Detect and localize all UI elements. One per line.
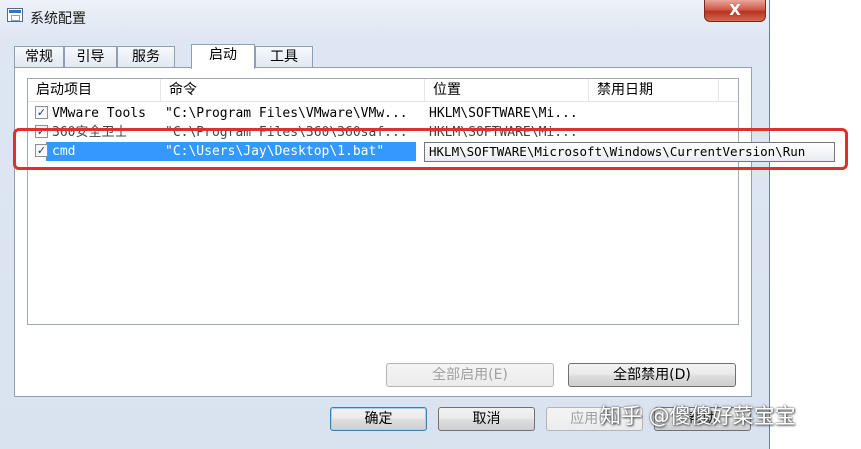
enable-checkbox[interactable]: ✓ <box>35 144 48 157</box>
startup-item-name: cmd <box>52 144 76 159</box>
startup-item-command: "C:\Program Files\360\360saf... <box>165 125 408 140</box>
column-header-disabled-date[interactable]: 禁用日期 <box>589 79 719 101</box>
column-header-command[interactable]: 命令 <box>161 79 425 101</box>
system-config-window: 系统配置 X 常规 引导 服务 启动 工具 启动项目 命令 位置 禁用日期 ✓ … <box>0 0 770 449</box>
msconfig-app-icon <box>7 8 23 22</box>
tab-general[interactable]: 常规 <box>14 46 64 68</box>
title-bar: 系统配置 X <box>0 0 769 34</box>
startup-item-command: "C:\Program Files\VMware\VMw... <box>165 106 408 121</box>
startup-item-location: HKLM\SOFTWARE\Mi... <box>429 125 578 140</box>
table-row[interactable]: ✓ 360安全卫士 "C:\Program Files\360\360saf..… <box>28 123 738 142</box>
column-header-startup-item[interactable]: 启动项目 <box>28 79 161 101</box>
tab-boot[interactable]: 引导 <box>64 46 117 68</box>
startup-item-disabled-date <box>593 123 713 142</box>
enable-checkbox[interactable]: ✓ <box>35 106 48 119</box>
tab-tools[interactable]: 工具 <box>255 46 313 68</box>
watermark-text: 知乎 @傻傻好菜宝宝 <box>600 404 796 428</box>
location-tooltip: HKLM\SOFTWARE\Microsoft\Windows\CurrentV… <box>424 142 835 162</box>
startup-item-disabled-date <box>593 104 713 123</box>
startup-item-location: HKLM\SOFTWARE\Mi... <box>429 106 578 121</box>
startup-item-name: 360安全卫士 <box>52 125 128 140</box>
startup-item-name: VMware Tools <box>52 106 146 121</box>
startup-item-command: "C:\Users\Jay\Desktop\1.bat" <box>165 144 385 159</box>
tab-startup[interactable]: 启动 <box>191 44 255 69</box>
window-title: 系统配置 <box>30 11 86 27</box>
enable-checkbox[interactable]: ✓ <box>35 125 48 138</box>
ok-button[interactable]: 确定 <box>330 407 427 431</box>
close-button[interactable]: X <box>704 0 766 22</box>
enable-all-button[interactable]: 全部启用(E) <box>386 363 554 387</box>
table-row[interactable]: ✓ VMware Tools "C:\Program Files\VMware\… <box>28 104 738 123</box>
startup-items-list[interactable]: 启动项目 命令 位置 禁用日期 ✓ VMware Tools "C:\Progr… <box>27 78 739 325</box>
cancel-button[interactable]: 取消 <box>438 407 535 431</box>
list-header: 启动项目 命令 位置 禁用日期 <box>28 79 738 102</box>
disable-all-button[interactable]: 全部禁用(D) <box>568 363 736 387</box>
tab-services[interactable]: 服务 <box>117 46 175 68</box>
column-header-location[interactable]: 位置 <box>425 79 589 101</box>
startup-tab-panel: 启动项目 命令 位置 禁用日期 ✓ VMware Tools "C:\Progr… <box>14 67 752 397</box>
